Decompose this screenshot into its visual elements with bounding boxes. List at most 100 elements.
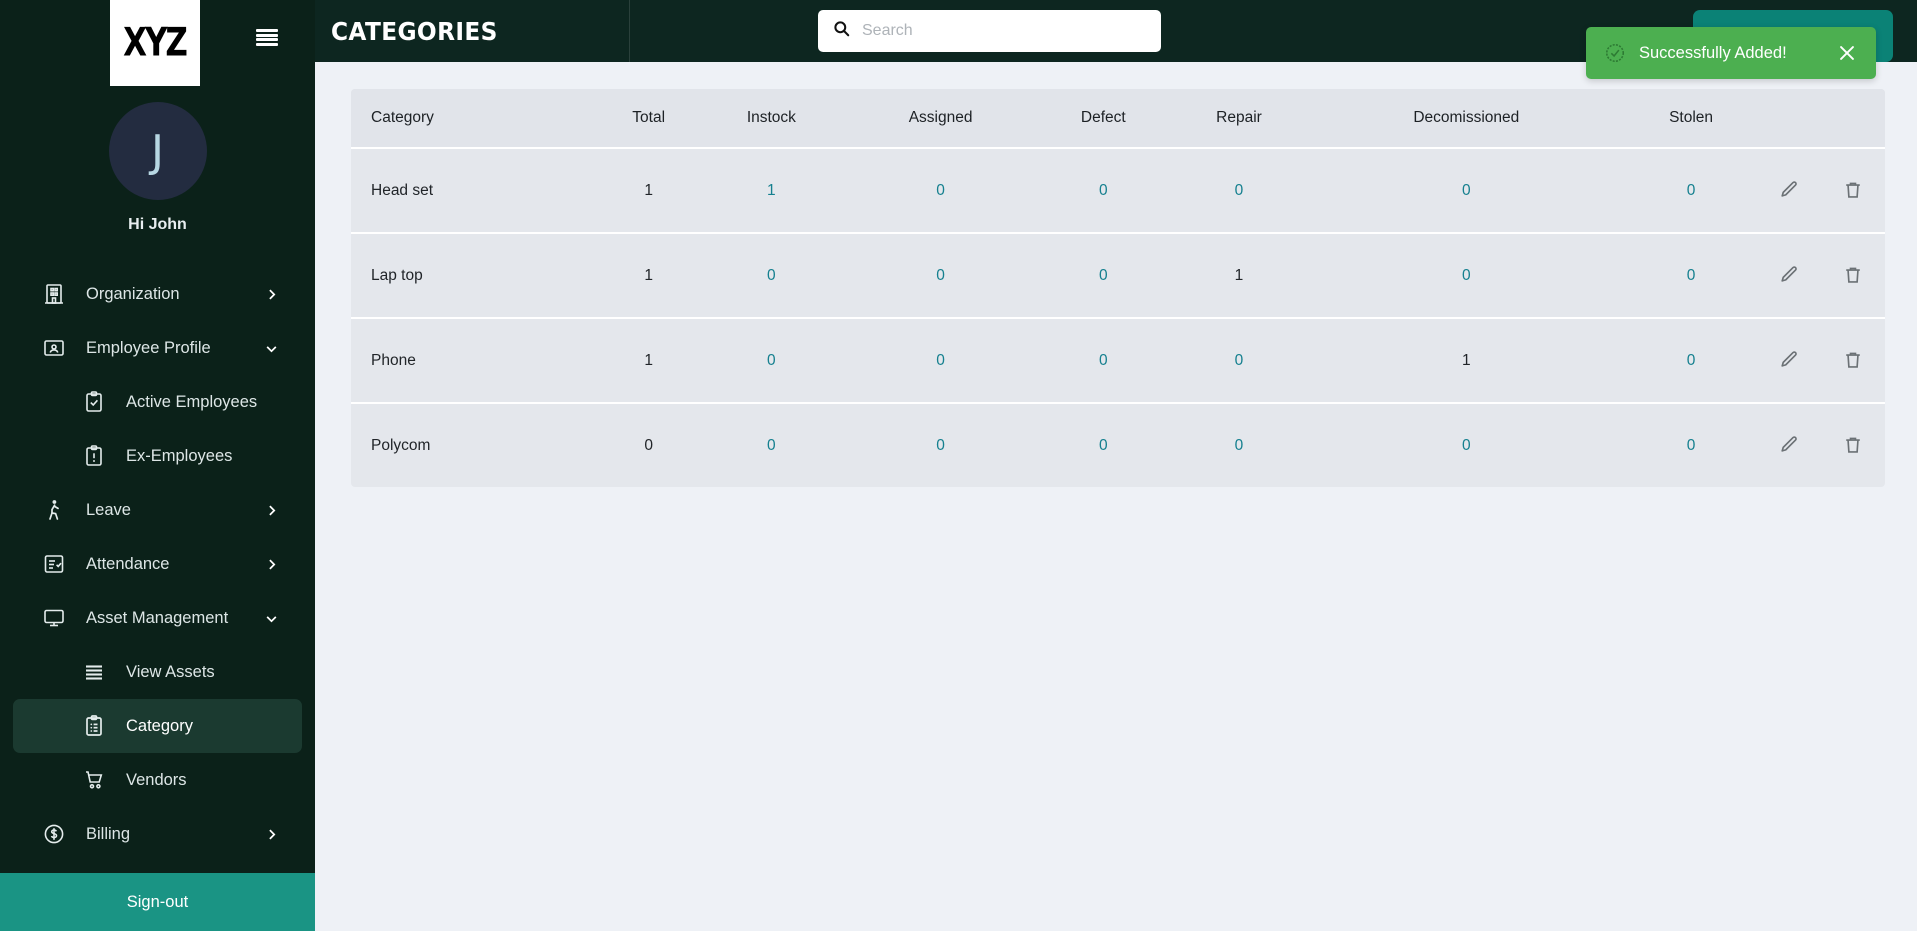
clipboard-check-icon xyxy=(81,389,107,415)
cell-category: Phone xyxy=(351,318,600,404)
hamburger-icon[interactable] xyxy=(256,29,278,46)
lines-icon xyxy=(81,659,107,685)
table-row: Phone 1 0 0 0 0 1 0 xyxy=(351,318,1885,404)
logo-text: XYZ xyxy=(123,20,188,66)
cell-stolen: 0 xyxy=(1625,148,1757,234)
pencil-icon[interactable] xyxy=(1774,175,1804,205)
cell-repair: 0 xyxy=(1234,436,1244,454)
search-box[interactable] xyxy=(818,10,1161,52)
search-input[interactable] xyxy=(862,22,1147,40)
column-header-instock[interactable]: Instock xyxy=(697,89,845,149)
cell-defect: 0 xyxy=(1099,436,1108,454)
column-header-delete xyxy=(1821,89,1885,149)
cell-repair: 1 xyxy=(1170,233,1308,319)
categories-table-card: Category Total Instock Assigned Defect R… xyxy=(351,89,1885,487)
avatar[interactable]: J xyxy=(108,102,207,200)
cell-assigned: 0 xyxy=(936,436,945,454)
column-header-defect[interactable]: Defect xyxy=(1036,89,1171,149)
categories-table: Category Total Instock Assigned Defect R… xyxy=(351,89,1885,487)
trash-icon[interactable] xyxy=(1838,175,1868,205)
monitor-icon xyxy=(41,605,67,631)
pencil-icon[interactable] xyxy=(1774,345,1804,375)
pencil-icon[interactable] xyxy=(1774,430,1804,460)
sidebar-item-label: View Assets xyxy=(126,662,215,681)
table-row: Head set 1 1 0 0 0 0 0 xyxy=(351,148,1885,234)
cell-instock: 1 xyxy=(697,148,845,234)
cell-repair: 0 xyxy=(1170,148,1308,234)
sidebar-item-organization[interactable]: Organization xyxy=(13,267,302,321)
table-row: Polycom 0 0 0 0 0 0 0 xyxy=(351,403,1885,487)
user-profile-area: J Hi John xyxy=(0,102,315,234)
column-header-assigned[interactable]: Assigned xyxy=(844,89,1037,149)
column-header-repair[interactable]: Repair xyxy=(1170,89,1308,149)
sidebar-item-attendance[interactable]: Attendance xyxy=(13,537,302,591)
content-area: Category Total Instock Assigned Defect R… xyxy=(315,62,1917,931)
sidebar-item-view-assets[interactable]: View Assets xyxy=(13,645,302,699)
cell-defect: 0 xyxy=(1036,148,1171,234)
cell-stolen: 0 xyxy=(1625,318,1757,404)
cell-category: Polycom xyxy=(371,436,431,454)
shopping-cart-icon xyxy=(81,767,107,793)
sidebar-item-label: Vendors xyxy=(126,770,187,789)
sidebar-item-label: Asset Management xyxy=(86,608,229,627)
sidebar-item-ex-employees[interactable]: Ex-Employees xyxy=(13,429,302,483)
id-card-icon xyxy=(41,335,67,361)
cell-stolen: 0 xyxy=(1625,233,1757,319)
greeting-text: Hi John xyxy=(128,216,187,233)
close-icon[interactable] xyxy=(1836,42,1858,64)
sidebar-item-label: Attendance xyxy=(86,554,170,573)
topbar-divider xyxy=(629,0,630,62)
table-head: Category Total Instock Assigned Defect R… xyxy=(351,89,1885,149)
cell-instock: 0 xyxy=(697,318,845,404)
cell-delete xyxy=(1821,233,1885,319)
cell-category: Head set xyxy=(351,148,600,234)
cell-instock: 0 xyxy=(767,436,776,454)
chevron-right-icon xyxy=(265,288,278,301)
column-header-stolen[interactable]: Stolen xyxy=(1625,89,1757,149)
sidebar-item-label: Leave xyxy=(86,500,131,519)
toast-message: Successfully Added! xyxy=(1639,43,1787,62)
cell-decomissioned: 0 xyxy=(1307,148,1626,234)
cell-edit xyxy=(1757,318,1821,404)
toast-notification: Successfully Added! xyxy=(1586,27,1876,79)
cell-category: Lap top xyxy=(351,233,600,319)
cell-defect: 0 xyxy=(1036,318,1171,404)
sidebar-item-active-employees[interactable]: Active Employees xyxy=(13,375,302,429)
app-logo[interactable]: XYZ xyxy=(109,0,200,86)
check-circle-icon xyxy=(1604,42,1626,64)
cell-assigned: 0 xyxy=(844,148,1037,234)
cell-edit xyxy=(1757,403,1821,487)
chevron-down-icon xyxy=(265,342,278,355)
cell-delete xyxy=(1821,403,1885,487)
cell-decomissioned: 1 xyxy=(1307,318,1626,404)
chevron-right-icon xyxy=(265,828,278,841)
sidebar-item-billing[interactable]: Billing xyxy=(13,807,302,861)
pencil-icon[interactable] xyxy=(1774,260,1804,290)
cell-delete xyxy=(1821,318,1885,404)
sidebar-item-label: Billing xyxy=(86,824,131,843)
sidebar-item-label: Organization xyxy=(86,284,180,303)
column-header-total[interactable]: Total xyxy=(599,89,698,149)
trash-icon[interactable] xyxy=(1838,260,1868,290)
trash-icon[interactable] xyxy=(1838,345,1868,375)
sidebar-item-vendors[interactable]: Vendors xyxy=(13,753,302,807)
sidebar-item-leave[interactable]: Leave xyxy=(13,483,302,537)
sidebar-nav: Organization Employee Profile Active Emp… xyxy=(0,267,315,873)
cell-defect: 0 xyxy=(1036,233,1171,319)
sidebar-item-category[interactable]: Category xyxy=(13,699,302,753)
sidebar-item-employee-profile[interactable]: Employee Profile xyxy=(13,321,302,375)
trash-icon[interactable] xyxy=(1838,430,1868,460)
column-header-category[interactable]: Category xyxy=(351,89,600,149)
column-header-decomissioned[interactable]: Decomissioned xyxy=(1307,89,1626,149)
chevron-down-icon xyxy=(265,612,278,625)
sidebar-item-asset-management[interactable]: Asset Management xyxy=(13,591,302,645)
sidebar: XYZ J Hi John Organization Employee Prof… xyxy=(0,0,315,931)
table-body: Head set 1 1 0 0 0 0 0 Lap top 1 0 0 0 1… xyxy=(351,148,1885,487)
cell-edit xyxy=(1757,233,1821,319)
column-header-edit xyxy=(1757,89,1821,149)
cell-repair: 0 xyxy=(1170,318,1308,404)
sign-out-button[interactable]: Sign-out xyxy=(0,873,315,931)
building-icon xyxy=(41,281,67,307)
page-title: CATEGORIES xyxy=(331,16,498,46)
chevron-right-icon xyxy=(265,504,278,517)
